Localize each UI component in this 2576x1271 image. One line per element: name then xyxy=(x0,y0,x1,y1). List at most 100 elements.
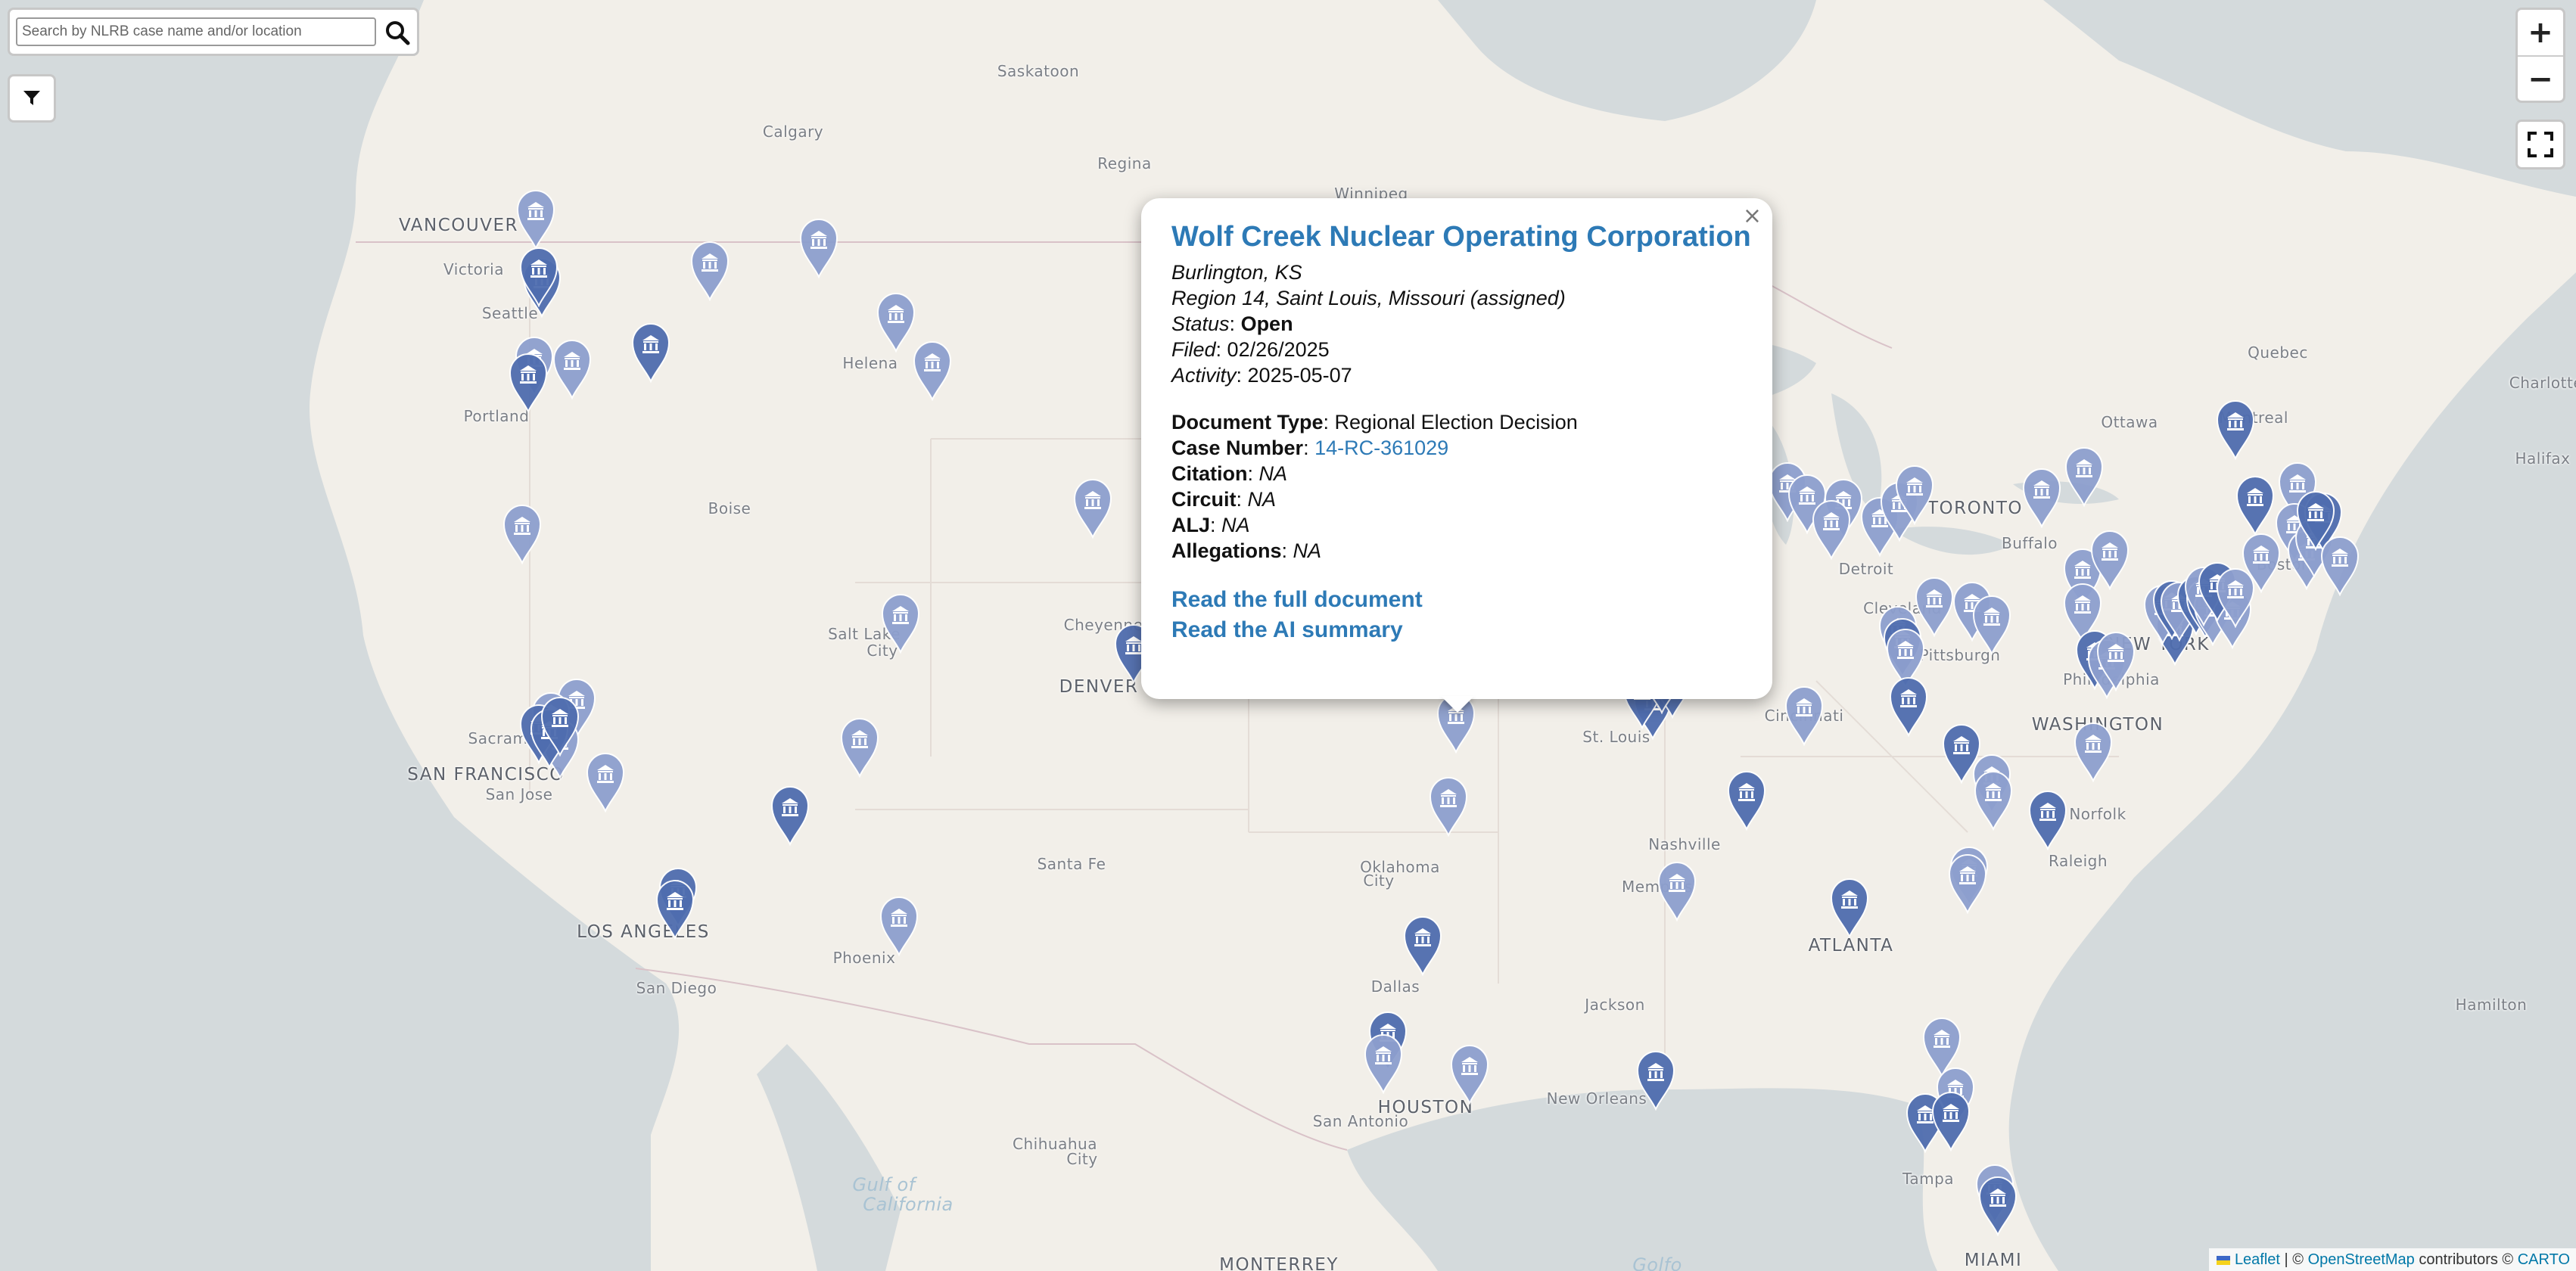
case-marker-icon[interactable] xyxy=(1363,1033,1404,1094)
carto-link[interactable]: CARTO xyxy=(2518,1251,2570,1268)
case-marker-icon[interactable] xyxy=(1971,595,2012,655)
case-marker-icon[interactable] xyxy=(1635,1050,1676,1111)
case-marker-icon[interactable] xyxy=(1829,878,1870,938)
case-marker-icon[interactable] xyxy=(1977,1176,2018,1236)
city-label: Helena xyxy=(842,354,898,372)
case-marker-icon[interactable] xyxy=(798,218,839,278)
read-full-document-link[interactable]: Read the full document xyxy=(1171,585,1742,615)
city-label: Buffalo xyxy=(2001,534,2058,552)
case-marker-icon[interactable] xyxy=(839,717,880,778)
zoom-in-button[interactable]: + xyxy=(2518,10,2563,57)
city-label: Jackson xyxy=(1585,996,1645,1014)
city-label: Boise xyxy=(708,499,751,517)
city-label: Calgary xyxy=(762,123,824,141)
case-marker-icon[interactable] xyxy=(879,896,919,956)
case-marker-icon[interactable] xyxy=(876,292,916,353)
circuit-label: Circuit xyxy=(1171,488,1237,511)
case-marker-icon[interactable] xyxy=(2095,631,2136,691)
read-ai-summary-link[interactable]: Read the AI summary xyxy=(1171,615,1742,645)
popup-tip xyxy=(1441,696,1474,713)
city-label: Tampa xyxy=(1902,1170,1955,1188)
case-marker-icon[interactable] xyxy=(1973,770,2014,831)
case-marker-icon[interactable] xyxy=(540,696,580,757)
case-marker-icon[interactable] xyxy=(2215,399,2256,460)
doctype-label: Document Type xyxy=(1171,411,1324,434)
case-marker-icon[interactable] xyxy=(2319,536,2360,596)
search-icon xyxy=(386,21,410,45)
water-label: California xyxy=(863,1194,954,1215)
case-marker-icon[interactable] xyxy=(585,752,626,813)
city-label: Saskatoon xyxy=(997,62,1080,80)
case-marker-icon[interactable] xyxy=(689,241,730,301)
case-marker-icon[interactable] xyxy=(515,189,556,250)
case-marker-icon[interactable] xyxy=(2089,530,2130,590)
case-marker-icon[interactable] xyxy=(770,785,810,846)
alj-label: ALJ xyxy=(1171,514,1211,536)
filter-button[interactable] xyxy=(8,74,56,123)
case-marker-icon[interactable] xyxy=(1449,1044,1490,1105)
attribution-text: contributors © xyxy=(2414,1251,2518,1268)
case-marker-icon[interactable] xyxy=(1930,1091,1971,1151)
city-label: Raleigh xyxy=(2048,852,2108,870)
city-label: City xyxy=(1363,872,1395,890)
status-label: Status xyxy=(1171,312,1230,335)
city-label: San Jose xyxy=(485,785,553,803)
zoom-control: + − xyxy=(2515,8,2565,103)
leaflet-link[interactable]: Leaflet xyxy=(2235,1251,2280,1268)
activity-label: Activity xyxy=(1171,364,1237,387)
city-label: Hamilton xyxy=(2455,996,2528,1014)
search-input[interactable] xyxy=(16,17,376,46)
city-label: MIAMI xyxy=(1964,1251,2023,1270)
case-marker-icon[interactable] xyxy=(1657,861,1697,921)
case-number-label: Case Number xyxy=(1171,437,1304,459)
city-label: City xyxy=(1066,1150,1098,1168)
case-marker-icon[interactable] xyxy=(1947,853,1988,914)
allegations-value: NA xyxy=(1293,539,1322,562)
city-label: TORONTO xyxy=(1927,499,2024,518)
case-marker-icon[interactable] xyxy=(1894,465,1935,525)
case-marker-icon[interactable] xyxy=(1888,676,1929,737)
case-marker-icon[interactable] xyxy=(630,322,671,383)
zoom-out-button[interactable]: − xyxy=(2518,57,2563,101)
citation-value: NA xyxy=(1258,462,1288,485)
city-label: Regina xyxy=(1097,154,1152,172)
fullscreen-button[interactable] xyxy=(2515,120,2565,169)
case-marker-icon[interactable] xyxy=(2073,722,2114,782)
search-button[interactable] xyxy=(382,17,412,48)
case-marker-icon[interactable] xyxy=(2235,475,2276,536)
city-label: San Antonio xyxy=(1312,1112,1409,1130)
case-marker-icon[interactable] xyxy=(1811,499,1852,560)
case-marker-icon[interactable] xyxy=(912,340,953,401)
ukraine-flag-icon xyxy=(2217,1255,2231,1265)
case-marker-icon[interactable] xyxy=(2064,446,2105,507)
case-marker-icon[interactable] xyxy=(655,879,695,940)
case-marker-icon[interactable] xyxy=(2021,468,2062,528)
case-marker-icon[interactable] xyxy=(508,353,549,413)
circuit-value: NA xyxy=(1247,488,1277,511)
filed-value: 02/26/2025 xyxy=(1227,338,1330,361)
case-marker-icon[interactable] xyxy=(2027,790,2068,850)
attribution-sep: | © xyxy=(2280,1251,2308,1268)
fullscreen-icon xyxy=(2528,132,2553,157)
city-label: Charlottetown xyxy=(2509,374,2576,392)
city-label: Detroit xyxy=(1838,560,1894,578)
city-label: Ottawa xyxy=(2101,413,2158,431)
case-marker-icon[interactable] xyxy=(502,504,543,564)
case-marker-icon[interactable] xyxy=(1072,478,1113,539)
popup-close-button[interactable]: × xyxy=(1743,203,1762,229)
osm-link[interactable]: OpenStreetMap xyxy=(2308,1251,2415,1268)
case-marker-icon[interactable] xyxy=(1784,685,1825,746)
case-region: Region 14, Saint Louis, Missouri (assign… xyxy=(1171,287,1566,309)
city-label: San Diego xyxy=(636,979,717,997)
allegations-label: Allegations xyxy=(1171,539,1282,562)
popup-title[interactable]: Wolf Creek Nuclear Operating Corporation xyxy=(1171,221,1751,253)
case-marker-icon[interactable] xyxy=(1402,915,1443,976)
case-marker-icon[interactable] xyxy=(880,593,921,654)
case-number-link[interactable]: 14-RC-361029 xyxy=(1314,437,1448,459)
case-marker-icon[interactable] xyxy=(518,247,559,307)
case-marker-icon[interactable] xyxy=(1428,776,1469,837)
case-marker-icon[interactable] xyxy=(552,339,593,399)
citation-label: Citation xyxy=(1171,462,1248,485)
case-popup: × Wolf Creek Nuclear Operating Corporati… xyxy=(1141,198,1772,699)
case-marker-icon[interactable] xyxy=(1726,770,1767,831)
